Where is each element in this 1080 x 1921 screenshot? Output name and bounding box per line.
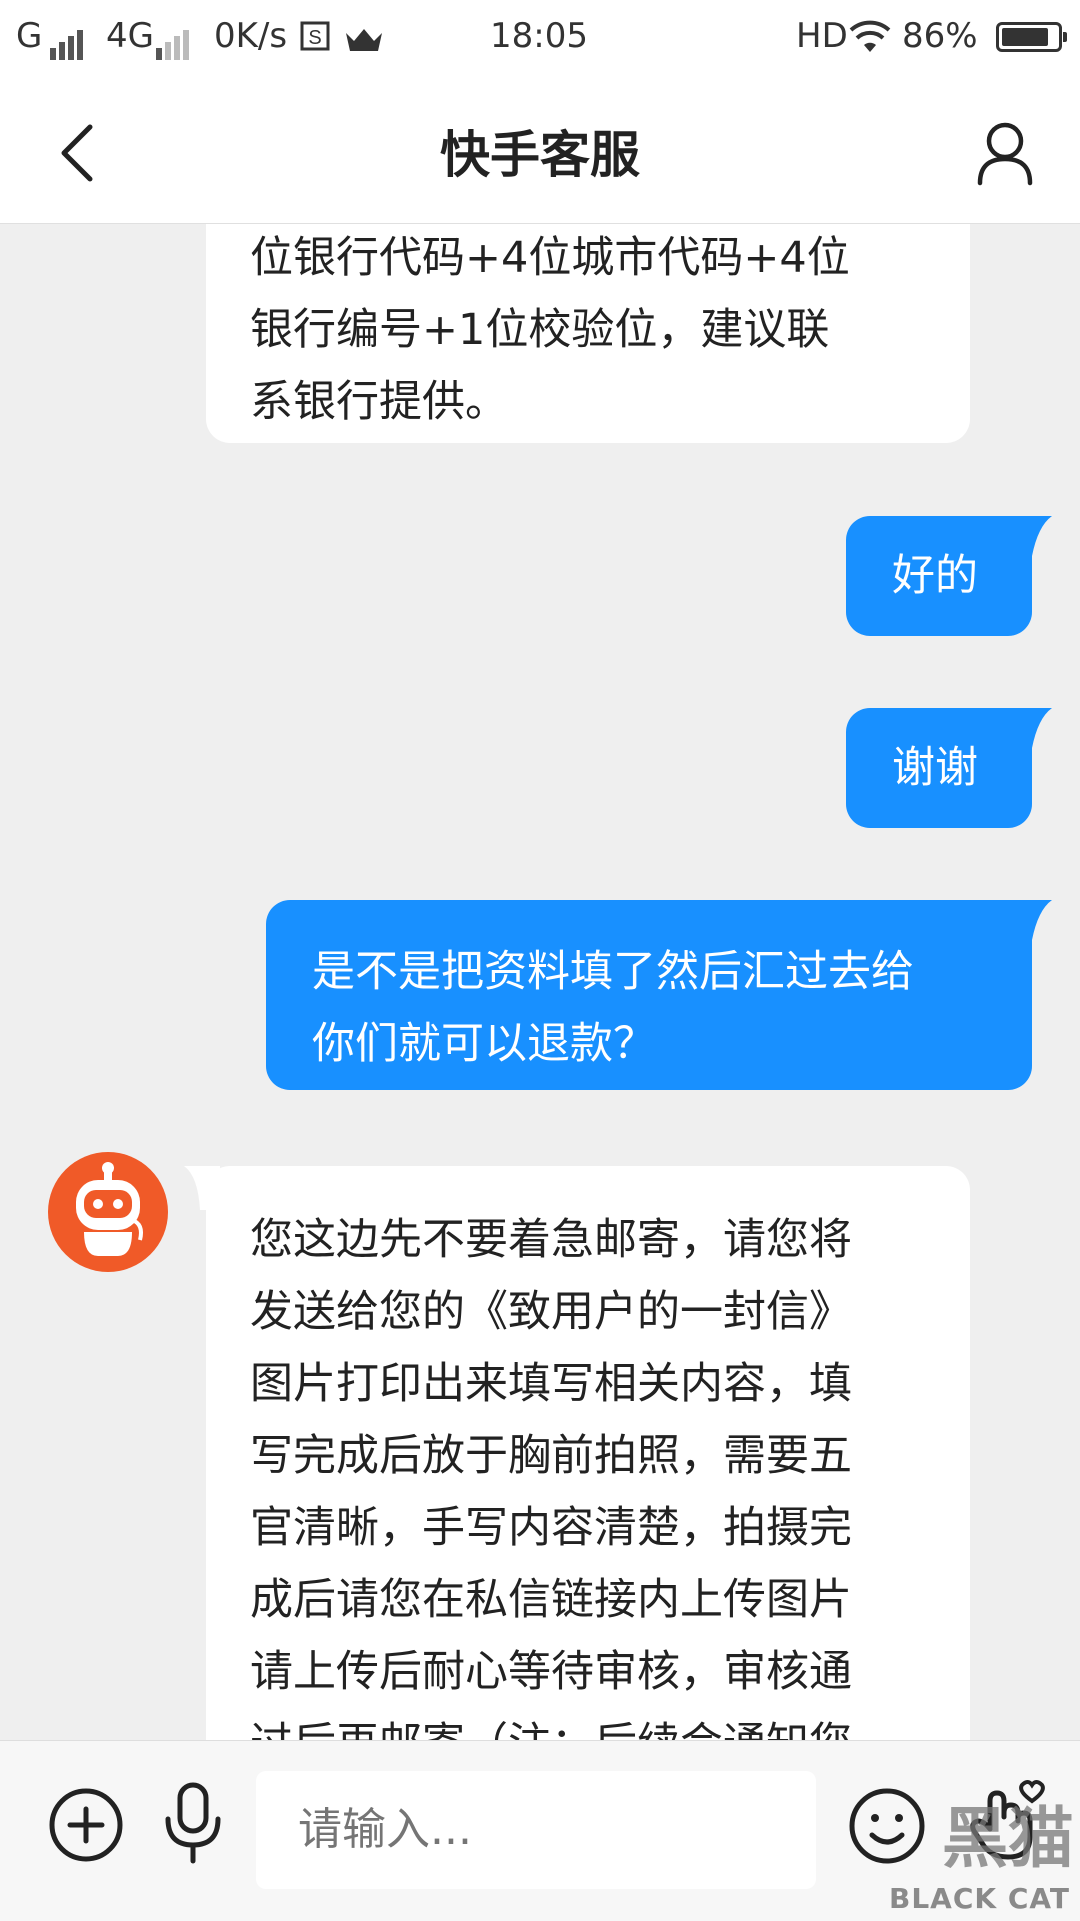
- bubble-tail-icon: [1008, 708, 1052, 748]
- message-text: 您这边先不要着急邮寄，请您将 发送给您的《致用户的一封信》 图片打印出来填写相关…: [250, 1215, 852, 1740]
- carrier-label: G: [16, 16, 43, 56]
- bubble-tail-icon: [1008, 900, 1052, 940]
- watermark-title: 黑猫: [942, 1800, 1074, 1877]
- message-input[interactable]: [256, 1771, 816, 1889]
- bubble-tail-icon: [1008, 516, 1052, 556]
- navigation-bar: 快手客服: [0, 75, 1080, 224]
- message-text: 是不是把资料填了然后汇过去给 你们就可以退款？: [312, 947, 914, 1069]
- plus-circle-icon: [49, 1788, 123, 1862]
- watermark: 黑猫 BLACK CAT: [800, 1781, 1080, 1921]
- battery-percent: 86%: [902, 16, 978, 56]
- svg-text:S: S: [308, 27, 321, 49]
- message-text: 位银行代码+4位城市代码+4位 银行编号+1位校验位，建议联 系银行提供。: [250, 233, 850, 427]
- status-bar: G 4G 0K/s S 18:05 HD 86%: [0, 0, 1080, 75]
- input-bar: 黑猫 BLACK CAT: [0, 1740, 1080, 1921]
- wifi-icon: [848, 18, 892, 63]
- s-badge-icon: S: [300, 20, 330, 60]
- crown-icon: [344, 22, 384, 62]
- clock: 18:05: [490, 16, 588, 56]
- message-bubble-outgoing: 谢谢: [846, 708, 1032, 828]
- robot-icon: [76, 1162, 143, 1256]
- page-title: 快手客服: [440, 126, 640, 184]
- message-bubble-outgoing: 好的: [846, 516, 1032, 636]
- add-button[interactable]: [46, 1785, 126, 1869]
- voice-button[interactable]: [158, 1779, 228, 1873]
- message-bubble-incoming: 您这边先不要着急邮寄，请您将 发送给您的《致用户的一封信》 图片打印出来填写相关…: [206, 1166, 970, 1740]
- hd-label: HD: [796, 16, 848, 56]
- signal-icon: [50, 20, 86, 60]
- profile-button[interactable]: [970, 105, 1040, 195]
- message-bubble-incoming: 位银行代码+4位城市代码+4位 银行编号+1位校验位，建议联 系银行提供。: [206, 224, 970, 443]
- network-speed: 0K/s: [214, 16, 288, 56]
- chat-thread[interactable]: 位银行代码+4位城市代码+4位 银行编号+1位校验位，建议联 系银行提供。 好的…: [0, 224, 1080, 1740]
- message-bubble-outgoing: 是不是把资料填了然后汇过去给 你们就可以退款？: [266, 900, 1032, 1090]
- microphone-icon: [165, 1782, 221, 1864]
- watermark-subtitle: BLACK CAT: [889, 1882, 1070, 1915]
- agent-avatar[interactable]: [48, 1152, 168, 1272]
- network-label: 4G: [106, 16, 154, 56]
- signal-icon-2: [156, 20, 192, 60]
- user-icon: [977, 122, 1033, 186]
- battery-icon: [996, 22, 1067, 52]
